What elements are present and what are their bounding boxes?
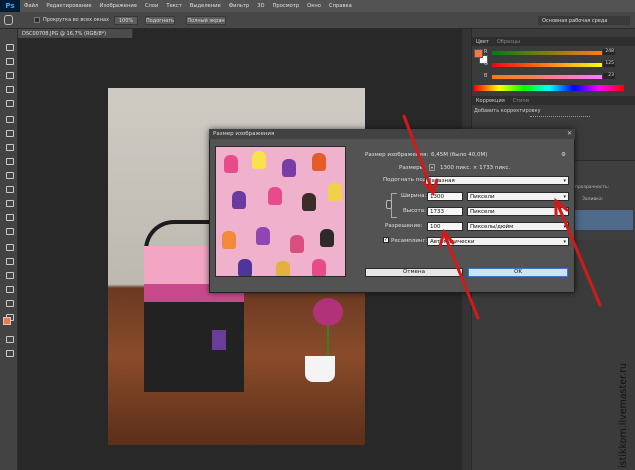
watermark: istikkom.livemaster.ru — [614, 300, 632, 470]
arrow-to-unit — [556, 203, 602, 307]
arrow-to-resolution — [443, 234, 480, 320]
annotation-arrows — [402, 114, 602, 320]
watermark-text: istikkom.livemaster.ru — [618, 362, 629, 468]
arrow-to-width — [402, 114, 434, 192]
